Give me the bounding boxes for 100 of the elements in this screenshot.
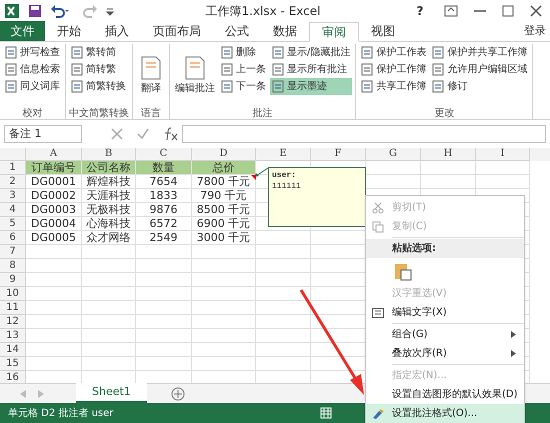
ribbon-tab[interactable]: 视图 [359, 21, 407, 41]
ribbon-tab[interactable]: 公式 [213, 21, 261, 41]
row-header[interactable]: 11 [0, 301, 26, 315]
row-header[interactable]: 4 [0, 203, 26, 217]
ribbon-button[interactable]: 保护并共享工作簿 [430, 44, 530, 61]
ribbon-tab[interactable]: 页面布局 [141, 21, 213, 41]
close-icon [530, 4, 542, 18]
ribbon-button[interactable]: 允许用户编辑区域 [430, 61, 530, 78]
menu-item[interactable]: 设置批注格式(O)... [366, 404, 524, 423]
table-cell: 6572 [136, 217, 192, 231]
row-header[interactable]: 15 [0, 357, 26, 371]
empty-cell [192, 329, 256, 343]
empty-cell [256, 357, 311, 371]
column-header[interactable]: G [366, 148, 421, 161]
row-header[interactable]: 14 [0, 343, 26, 357]
submenu-arrow-icon [511, 350, 516, 357]
ribbon-tab[interactable]: 开始 [45, 21, 93, 41]
sheet-tab[interactable]: Sheet1 [76, 383, 147, 403]
row-header[interactable]: 10 [0, 287, 26, 301]
ribbon-button[interactable]: 保护工作表 [359, 44, 428, 61]
ribbon-button[interactable]: 共享工作簿 [359, 78, 428, 95]
submenu-arrow-icon [511, 331, 516, 338]
ribbon-large-button[interactable]: 编辑批注 [173, 44, 217, 106]
table-cell: 1833 [136, 189, 192, 203]
empty-cell [256, 287, 311, 301]
sign-in-link[interactable]: 登录 [524, 21, 550, 41]
empty-cell [192, 245, 256, 259]
ribbon-button[interactable]: 显示所有批注 [270, 61, 352, 78]
ribbon-large-button[interactable]: 翻译 [136, 44, 166, 106]
ribbon-button[interactable]: 修订 [430, 78, 530, 95]
comment-author: user: [272, 170, 298, 181]
table-cell: 心海科技 [82, 217, 136, 231]
ribbon-button[interactable]: 繁转简 [69, 44, 128, 61]
header-cell: 公司名称 [82, 161, 136, 175]
row-header[interactable]: 8 [0, 259, 26, 273]
column-header[interactable]: H [421, 148, 476, 161]
row-header[interactable]: 1 [0, 161, 26, 175]
empty-cell [136, 245, 192, 259]
table-cell: 天涯科技 [82, 189, 136, 203]
menu-item[interactable]: 设置自选图形的默认效果(D) [366, 385, 524, 404]
row-header[interactable]: 7 [0, 245, 26, 259]
formula-input-field[interactable] [182, 125, 546, 143]
table-cell: 6900 千元 [192, 217, 256, 231]
help-button[interactable]: ? [412, 2, 428, 20]
ribbon-group-label: 校对 [22, 106, 44, 119]
row-header[interactable]: 2 [0, 175, 26, 189]
ribbon-button[interactable]: 显示/隐藏批注 [270, 44, 352, 61]
row-header[interactable]: 9 [0, 273, 26, 287]
check-icon [136, 127, 150, 141]
ribbon-command-icon [432, 46, 446, 59]
ribbon-command-icon [432, 63, 446, 76]
name-box[interactable]: 备注 1 [4, 125, 82, 143]
empty-cell [256, 301, 311, 315]
ribbon-button[interactable]: 删除 [219, 44, 268, 61]
ribbon-command-icon [361, 46, 374, 59]
ribbon-button[interactable]: 拼写检查 [3, 44, 62, 61]
ribbon-button[interactable]: 简繁转换 [69, 78, 128, 95]
empty-cell [192, 301, 256, 315]
row-header[interactable]: 12 [0, 315, 26, 329]
empty-cell [136, 301, 192, 315]
empty-cell [82, 343, 136, 357]
table-cell: 2549 [136, 231, 192, 245]
ribbon-display-icon [444, 4, 458, 18]
table-cell: 辉煌科技 [82, 175, 136, 189]
ribbon-command-icon [272, 46, 285, 59]
ribbon-button[interactable]: 上一条 [219, 61, 268, 78]
empty-cell [192, 273, 256, 287]
menu-item[interactable]: 编辑文字(X) [366, 303, 524, 322]
header-cell: 总价 [192, 161, 256, 175]
empty-cell [256, 343, 311, 357]
comment-connector-icon [253, 166, 269, 178]
column-header[interactable]: F [311, 148, 366, 161]
menu-item[interactable]: 叠放次序(R) [366, 344, 524, 363]
ribbon-button[interactable]: 保护工作簿 [359, 61, 428, 78]
table-cell: 790 千元 [192, 189, 256, 203]
column-header[interactable]: I [476, 148, 530, 161]
empty-cell [192, 343, 256, 357]
empty-cell [192, 259, 256, 273]
row-header[interactable]: 3 [0, 189, 26, 203]
status-text: 单元格 D2 批注者 user [8, 406, 114, 420]
row-header[interactable]: 16 [0, 371, 26, 383]
file-button[interactable]: 文件 [0, 21, 45, 41]
row-header[interactable]: 5 [0, 217, 26, 231]
column-header[interactable]: E [256, 148, 311, 161]
copy-icon [372, 220, 384, 232]
ribbon-button[interactable]: 信息检索 [3, 61, 62, 78]
ribbon-button[interactable]: 显示墨迹 [270, 78, 352, 95]
ribbon-button[interactable]: 同义词库 [3, 78, 62, 95]
ribbon-tab[interactable]: 插入 [93, 21, 141, 41]
window-title: 工作簿1.xlsx - Excel [204, 3, 322, 20]
row-header[interactable]: 13 [0, 329, 26, 343]
save-icon [28, 4, 42, 18]
ribbon-button[interactable]: 下一条 [219, 78, 268, 95]
ribbon-tab[interactable]: 数据 [261, 21, 309, 41]
comment-box[interactable]: user: 111111 [268, 167, 366, 227]
ribbon-button[interactable]: 简转繁 [69, 61, 128, 78]
table-cell: DG0002 [26, 189, 82, 203]
ribbon-tab[interactable]: 审阅 [309, 22, 359, 42]
row-header[interactable]: 6 [0, 231, 26, 245]
menu-item[interactable]: 组合(G) [366, 325, 524, 344]
